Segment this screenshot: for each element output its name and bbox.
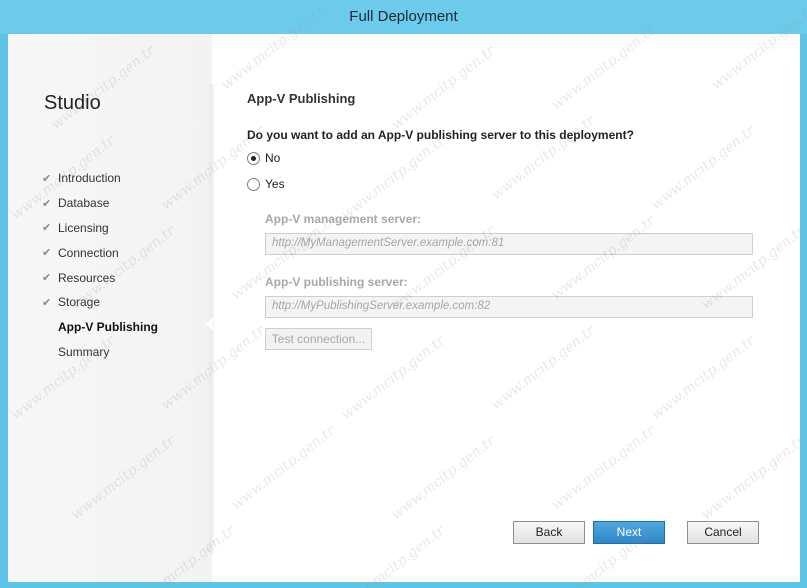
check-icon: ✔: [42, 247, 52, 260]
page-title: App-V Publishing: [247, 91, 356, 106]
back-button[interactable]: Back: [513, 521, 585, 544]
step-label: Licensing: [58, 220, 109, 235]
step-label: Summary: [58, 344, 110, 359]
management-server-label: App-V management server:: [265, 212, 422, 226]
step-list: ✔ Introduction ✔ Database ✔ Licensing ✔ …: [42, 166, 158, 364]
wizard-page: App-V Publishing Do you want to add an A…: [247, 34, 787, 582]
step-label: Introduction: [58, 171, 121, 186]
step-database: ✔ Database: [42, 191, 158, 216]
radio-selected-dot-icon: [251, 155, 256, 161]
radio-option-no[interactable]: No: [247, 151, 280, 165]
title-bar[interactable]: Full Deployment: [0, 0, 807, 34]
radio-option-yes[interactable]: Yes: [247, 177, 285, 191]
next-button[interactable]: Next: [593, 521, 665, 544]
step-label: Connection: [58, 245, 119, 260]
check-icon: ✔: [42, 296, 52, 309]
step-label: Resources: [58, 270, 116, 285]
step-label: Database: [58, 196, 110, 211]
step-licensing: ✔ Licensing: [42, 216, 158, 241]
radio-no[interactable]: [247, 151, 260, 165]
radio-yes[interactable]: [247, 177, 260, 191]
wizard-client-area: Studio ✔ Introduction ✔ Database ✔ Licen…: [8, 34, 800, 582]
window-title: Full Deployment: [349, 8, 458, 25]
step-resources: ✔ Resources: [42, 265, 158, 290]
management-server-input[interactable]: http://MyManagementServer.example.com:81: [265, 233, 753, 255]
test-connection-button[interactable]: Test connection...: [265, 328, 372, 350]
cancel-button[interactable]: Cancel: [687, 521, 759, 544]
publishing-server-input[interactable]: http://MyPublishingServer.example.com:82: [265, 296, 753, 318]
check-icon: ✔: [42, 172, 52, 185]
app-window: Full Deployment Studio ✔ Introduction ✔ …: [0, 0, 807, 588]
publishing-question: Do you want to add an App-V publishing s…: [247, 128, 634, 142]
step-connection: ✔ Connection: [42, 240, 158, 265]
check-icon: ✔: [42, 222, 52, 235]
publishing-server-label: App-V publishing server:: [265, 275, 408, 289]
step-introduction: ✔ Introduction: [42, 166, 158, 191]
radio-yes-label[interactable]: Yes: [265, 177, 285, 191]
current-step-pointer-icon: [206, 317, 213, 331]
radio-no-label[interactable]: No: [265, 151, 280, 165]
wizard-sidebar: Studio ✔ Introduction ✔ Database ✔ Licen…: [8, 34, 212, 582]
check-icon: ✔: [42, 272, 52, 285]
step-label: Storage: [58, 295, 101, 310]
check-icon: ✔: [42, 197, 52, 210]
step-storage: ✔ Storage: [42, 290, 158, 315]
step-label: App-V Publishing: [58, 320, 158, 335]
step-app-v-publishing: App-V Publishing: [42, 315, 158, 340]
step-summary: Summary: [42, 340, 158, 365]
sidebar-heading: Studio: [44, 92, 101, 114]
